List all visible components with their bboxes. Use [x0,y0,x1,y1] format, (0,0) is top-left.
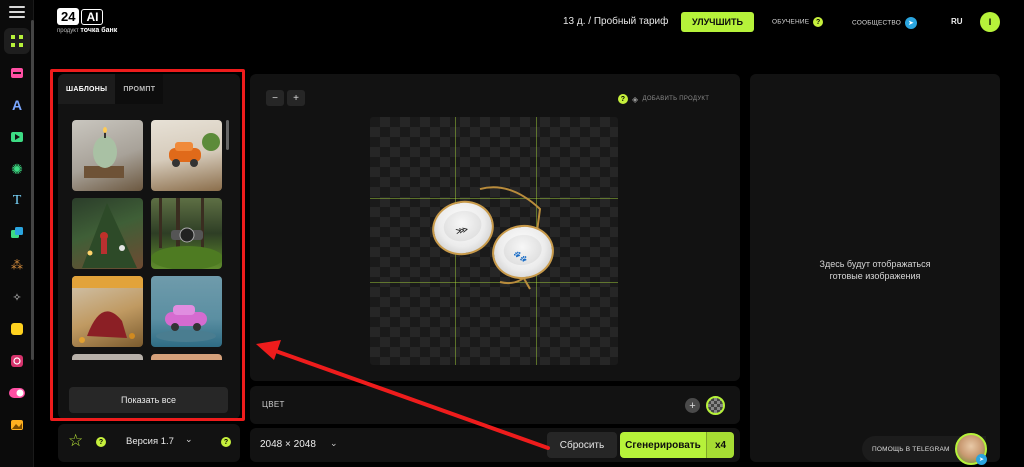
logo[interactable]: 24 AI [57,8,104,25]
upgrade-button[interactable]: УЛУЧШИТЬ [681,12,754,32]
openai-icon[interactable]: ✺ [4,156,30,182]
rail-scrollbar[interactable] [31,20,34,360]
results-panel: Здесь будут отображаться готовые изображ… [750,74,1000,462]
canvas-panel: − + ? ◈ ДОБАВИТЬ ПРОДУКТ ⋙ 🐾 [250,74,740,381]
community-link[interactable]: СООБЩЕСТВО ➤ [852,17,917,29]
learning-link[interactable]: ОБУЧЕНИЕ? [772,17,824,27]
paw-icon: 🐾 [512,250,529,265]
help-icon[interactable]: ? [96,437,106,447]
telegram-icon: ➤ [904,17,917,29]
layout-icon[interactable] [4,60,30,86]
color-bar: ЦВЕТ + [250,386,740,424]
zoom-out-button[interactable]: − [266,90,284,106]
version-bar: ☆ ? Версия 1.7 ⌄ ? [58,424,240,462]
action-bar: 2048 × 2048 ⌄ Сбросить Сгенерировать x4 [250,428,740,462]
help-icon: ? [618,94,628,104]
layers-icon: ◈ [632,94,639,104]
annotation-highlight-box [50,69,245,421]
logo-ai: AI [81,8,104,25]
text-style-icon[interactable]: A [4,92,30,118]
plan-status: 13 д. / Пробный тариф [563,16,669,27]
text-icon[interactable]: T [4,188,30,214]
toggle-icon[interactable] [4,380,30,406]
chevron-down-icon[interactable]: ⌄ [185,434,193,445]
left-rail: A ✺ T ⁂ ✧ [0,0,34,467]
video-icon[interactable] [4,124,30,150]
logo-subtitle: продукт точка банк [57,27,118,34]
logo-number: 24 [57,8,80,25]
user-avatar[interactable]: I [980,12,1000,32]
zoom-controls: − + [266,90,305,106]
nodes-icon[interactable] [4,28,30,54]
image-icon[interactable] [4,412,30,438]
zoom-in-button[interactable]: + [287,90,305,106]
add-color-button[interactable]: + [685,398,700,413]
help-icon: ? [813,17,824,27]
reset-button[interactable]: Сбросить [547,432,617,458]
help-icon[interactable]: ? [221,437,231,447]
results-empty-state: Здесь будут отображаться готовые изображ… [819,259,931,281]
square-icon[interactable] [4,316,30,342]
language-switch[interactable]: RU [951,17,963,26]
size-select[interactable]: 2048 × 2048 [260,439,316,450]
menu-icon[interactable] [9,6,25,18]
add-product-button[interactable]: ? ◈ ДОБАВИТЬ ПРОДУКТ [618,94,709,104]
chevron-down-icon[interactable]: ⌄ [330,438,338,449]
canvas-stage[interactable]: ⋙ 🐾 [370,117,618,365]
support-avatar[interactable]: ➤ [955,433,987,465]
color-label: ЦВЕТ [262,400,285,409]
telegram-icon: ➤ [976,454,987,465]
star-icon[interactable]: ☆ [68,432,83,449]
version-select[interactable]: Версия 1.7 [126,436,174,447]
instagram-icon[interactable] [4,348,30,374]
generate-button[interactable]: Сгенерировать [620,432,706,458]
copy-icon[interactable] [4,220,30,246]
sparkle-icon[interactable]: ✧ [4,284,30,310]
count-multiplier[interactable]: x4 [706,432,734,458]
transparent-color-swatch[interactable] [706,396,725,415]
grid-icon[interactable]: ⁂ [4,252,30,278]
